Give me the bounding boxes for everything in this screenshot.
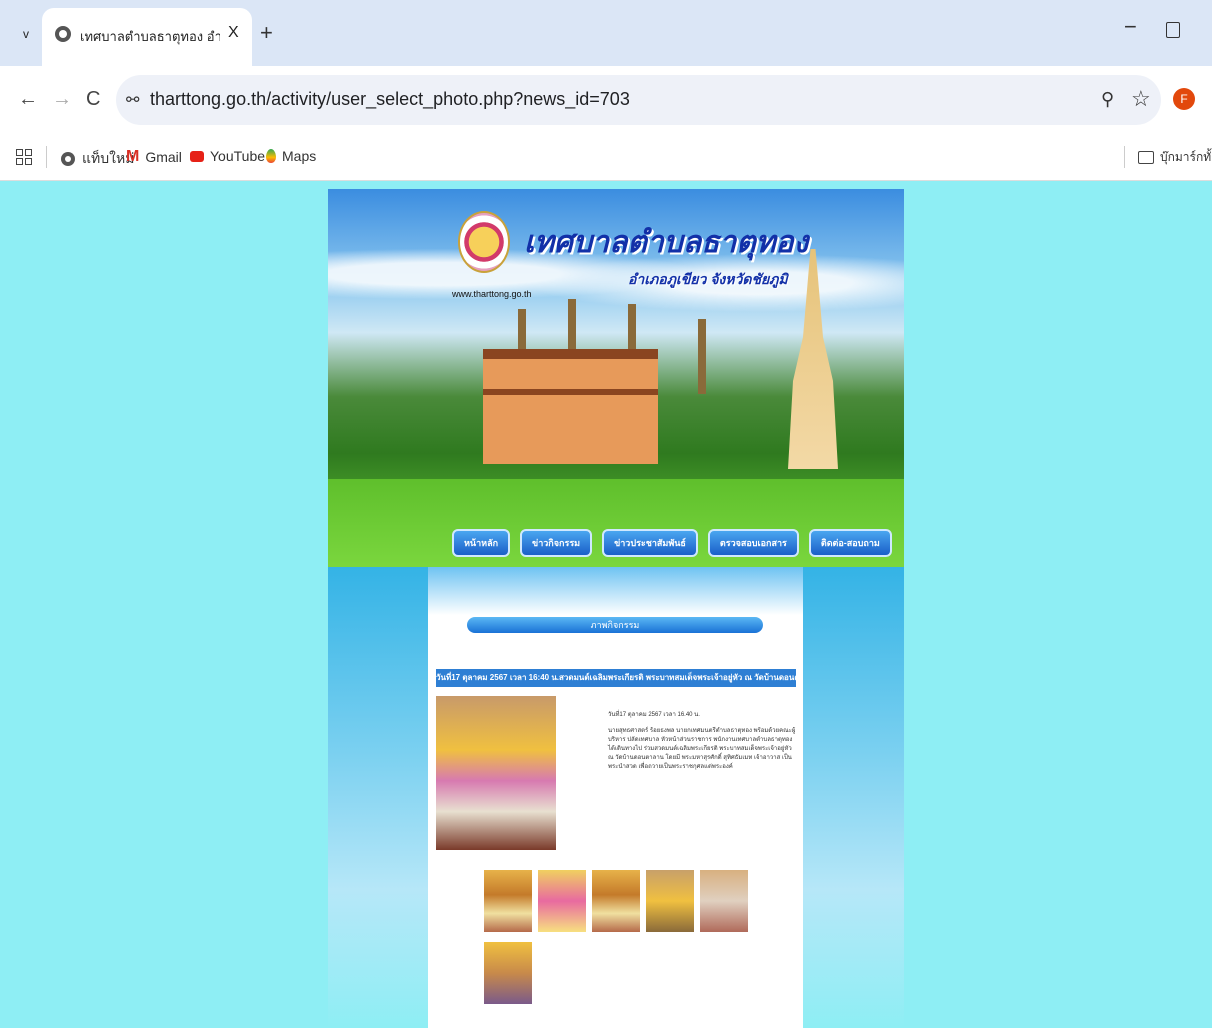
bookmark-label: Maps [282, 148, 317, 164]
bookmark-label: บุ๊กมาร์กทั้งห [1160, 150, 1212, 164]
news-date: วันที่17 ตุลาคม 2567 เวลา 16.40 น. [608, 712, 700, 718]
tab-search-button[interactable]: v [12, 20, 40, 48]
bookmark-label: YouTube [210, 148, 266, 164]
forward-button[interactable]: → [52, 88, 72, 111]
restore-button[interactable] [1166, 22, 1180, 38]
site-info-icon[interactable]: ⚯ [126, 90, 139, 110]
divider [46, 146, 47, 168]
menu-contact[interactable]: ติดต่อ-สอบถาม [808, 529, 892, 557]
main-activity-photo[interactable] [436, 696, 556, 850]
address-bar[interactable]: ⚯ tharttong.go.th/activity/user_select_p… [116, 75, 1161, 125]
photo-thumbnail[interactable] [484, 942, 532, 1004]
all-bookmarks[interactable]: บุ๊กมาร์กทั้งห [1138, 148, 1212, 167]
menu-announcements[interactable]: ข่าวประชาสัมพันธ์ [602, 529, 698, 557]
bookmark-new-tab[interactable]: แท็บใหม่ [60, 148, 134, 170]
globe-icon [55, 26, 71, 42]
office-building [483, 349, 658, 464]
bookmark-youtube[interactable]: YouTube [190, 148, 265, 164]
photo-thumbnail[interactable] [538, 870, 586, 932]
gmail-icon: M [126, 148, 140, 165]
photo-thumbnail[interactable] [646, 870, 694, 932]
youtube-icon [190, 150, 204, 162]
reload-button[interactable]: C [86, 88, 100, 111]
back-button[interactable]: ← [18, 88, 38, 111]
minimize-button[interactable]: − [1124, 14, 1137, 40]
menu-activities[interactable]: ข่าวกิจกรรม [520, 529, 593, 557]
municipality-seal-logo [458, 211, 510, 273]
folder-icon [1138, 151, 1154, 164]
tab-title: เทศบาลตำบลธาตุทอง อำเภอภูเขียว [80, 29, 220, 44]
photo-thumbnail[interactable] [700, 870, 748, 932]
main-menu: หน้าหลัก ข่าวกิจกรรม ข่าวประชาสัมพันธ์ ต… [452, 529, 892, 557]
news-body: นายสุทธศาสตร์ ร้อยธงพล นายกเทศมนตรีตำบลธ… [608, 728, 796, 770]
bookmark-label: Gmail [145, 149, 182, 165]
content-panel: ภาพกิจกรรม วันที่17 ตุลาคม 2567 เวลา 16:… [428, 567, 803, 1028]
section-header: ภาพกิจกรรม [467, 617, 763, 633]
web-page: เทศบาลตำบลธาตุทอง อำเภอภูเขียว จังหวัดชั… [0, 181, 1212, 1028]
url-text[interactable]: tharttong.go.th/activity/user_select_pho… [150, 89, 630, 110]
bookmark-maps[interactable]: Maps [266, 148, 316, 164]
menu-documents[interactable]: ตรวจสอบเอกสาร [707, 529, 799, 557]
close-icon[interactable]: X [228, 24, 239, 42]
tab-strip: v เทศบาลตำบลธาตุทอง อำเภอภูเขียว X + − [0, 0, 1212, 66]
bookmark-gmail[interactable]: M Gmail [126, 148, 182, 166]
active-tab[interactable]: เทศบาลตำบลธาตุทอง อำเภอภูเขียว X [42, 8, 252, 66]
divider [1124, 146, 1125, 168]
maps-icon [266, 149, 276, 163]
bookmarks-bar: แท็บใหม่ M Gmail YouTube Maps บุ๊กมาร์กท… [0, 134, 1212, 181]
apps-grid-icon[interactable] [16, 149, 32, 165]
wave-decoration [428, 567, 803, 615]
browser-toolbar: ← → C ⚯ tharttong.go.th/activity/user_se… [0, 66, 1212, 134]
bookmark-star-icon[interactable]: ☆ [1131, 86, 1151, 112]
zoom-icon[interactable]: ⚲ [1101, 89, 1114, 110]
site-subtitle: อำเภอภูเขียว จังหวัดชัยภูมิ [628, 271, 788, 287]
photo-thumbnail[interactable] [592, 870, 640, 932]
palm-tree [698, 319, 706, 394]
site-title: เทศบาลตำบลธาตุทอง [524, 226, 809, 259]
news-title: วันที่17 ตุลาคม 2567 เวลา 16:40 น.สวดมนต… [436, 669, 796, 687]
photo-thumbnail[interactable] [484, 870, 532, 932]
chrome-icon [61, 152, 75, 166]
site-url-text: www.tharttong.go.th [452, 289, 532, 299]
profile-avatar[interactable]: F [1173, 88, 1195, 110]
new-tab-button[interactable]: + [260, 20, 273, 46]
site-header-banner: เทศบาลตำบลธาตุทอง อำเภอภูเขียว จังหวัดชั… [328, 189, 904, 567]
menu-home[interactable]: หน้าหลัก [452, 529, 511, 557]
